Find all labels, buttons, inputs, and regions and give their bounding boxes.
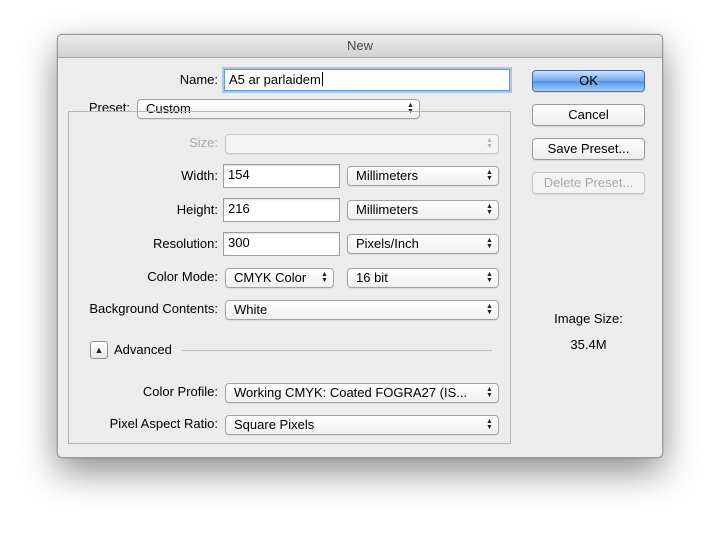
name-label: Name:	[179, 72, 218, 87]
color-profile-select[interactable]: Working CMYK: Coated FOGRA27 (IS... ▲ ▼	[225, 383, 499, 403]
color-mode-label: Color Mode:	[147, 269, 218, 284]
bit-depth-value: 16 bit	[356, 270, 388, 285]
updown-arrows-icon: ▲ ▼	[486, 418, 493, 431]
updown-arrows-icon: ▲ ▼	[321, 271, 328, 284]
updown-arrows-icon: ▲ ▼	[486, 386, 493, 399]
background-contents-select[interactable]: White ▲ ▼	[225, 300, 499, 320]
color-profile-label: Color Profile:	[142, 384, 218, 399]
height-unit-select[interactable]: Millimeters ▲ ▼	[347, 200, 499, 220]
size-select[interactable]: ▲ ▼	[225, 134, 499, 154]
updown-arrows-icon: ▲ ▼	[486, 169, 493, 182]
resolution-input[interactable]: 300	[223, 232, 340, 256]
name-input-value: A5 ar parlaidem	[229, 72, 321, 87]
resolution-input-value: 300	[228, 235, 250, 250]
updown-arrows-icon: ▲ ▼	[486, 203, 493, 216]
image-size-value: 35.4M	[570, 337, 607, 352]
color-mode-value: CMYK Color	[234, 270, 307, 285]
height-input-value: 216	[228, 201, 250, 216]
window-title: New	[58, 35, 662, 58]
pixel-aspect-ratio-value: Square Pixels	[234, 417, 315, 432]
new-document-dialog: New Name: A5 ar parlaidem Preset: Custom…	[57, 34, 663, 458]
size-label: Size:	[189, 135, 218, 150]
height-input[interactable]: 216	[223, 198, 340, 222]
background-contents-value: White	[234, 302, 268, 317]
ok-button[interactable]: OK	[532, 70, 645, 92]
triangle-up-icon: ▲	[94, 345, 104, 355]
pixel-aspect-ratio-label: Pixel Aspect Ratio:	[109, 416, 218, 431]
height-unit-value: Millimeters	[356, 202, 419, 217]
height-label: Height:	[176, 202, 218, 217]
updown-arrows-icon: ▲ ▼	[486, 237, 493, 250]
updown-arrows-icon: ▲ ▼	[486, 137, 493, 150]
width-input[interactable]: 154	[223, 164, 340, 188]
width-unit-value: Millimeters	[356, 168, 419, 183]
delete-preset-button[interactable]: Delete Preset...	[532, 172, 645, 194]
advanced-disclosure-button[interactable]: ▲	[90, 341, 108, 359]
updown-arrows-icon: ▲ ▼	[486, 271, 493, 284]
resolution-unit-select[interactable]: Pixels/Inch ▲ ▼	[347, 234, 499, 254]
cancel-button[interactable]: Cancel	[532, 104, 645, 126]
background-contents-label: Background Contents:	[89, 301, 218, 316]
width-label: Width:	[181, 168, 218, 183]
color-profile-value: Working CMYK: Coated FOGRA27 (IS...	[234, 385, 468, 400]
color-mode-select[interactable]: CMYK Color ▲ ▼	[225, 268, 334, 288]
bit-depth-select[interactable]: 16 bit ▲ ▼	[347, 268, 499, 288]
advanced-label: Advanced	[114, 342, 172, 357]
resolution-unit-value: Pixels/Inch	[356, 236, 419, 251]
resolution-label: Resolution:	[152, 236, 218, 251]
width-unit-select[interactable]: Millimeters ▲ ▼	[347, 166, 499, 186]
name-input[interactable]: A5 ar parlaidem	[224, 69, 510, 91]
image-size-label: Image Size:	[554, 311, 623, 326]
width-input-value: 154	[228, 167, 250, 182]
text-caret	[321, 72, 323, 86]
updown-arrows-icon: ▲ ▼	[486, 303, 493, 316]
advanced-divider	[182, 350, 492, 351]
save-preset-button[interactable]: Save Preset...	[532, 138, 645, 160]
pixel-aspect-ratio-select[interactable]: Square Pixels ▲ ▼	[225, 415, 499, 435]
